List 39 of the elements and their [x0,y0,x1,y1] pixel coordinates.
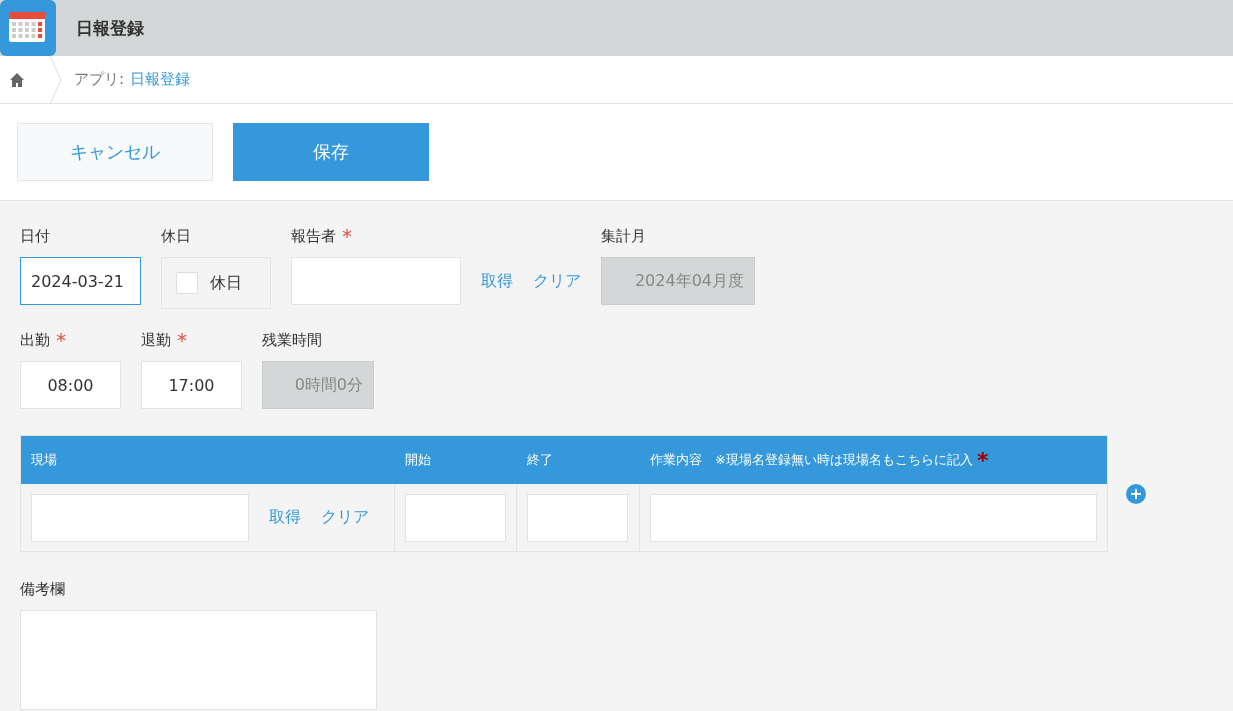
get-link[interactable]: 取得 [481,270,513,292]
required-mark: * [342,224,352,248]
cancel-button[interactable]: キャンセル [17,123,213,181]
app-title: 日報登録 [76,16,144,40]
clear-link[interactable]: クリア [321,507,369,528]
field-label: 集計月 [601,225,647,247]
checkbox[interactable] [176,272,198,294]
end-field[interactable] [527,493,628,542]
checkbox-label: 休日 [210,272,242,294]
save-button[interactable]: 保存 [233,123,429,181]
work-field[interactable] [650,493,1097,542]
column-header: 終了 [526,451,554,469]
field-label: 出勤 * [20,329,67,351]
get-link[interactable]: 取得 [269,507,301,528]
required-mark: * [976,447,989,473]
column-header: 開始 [404,451,432,469]
date-field[interactable]: 2024-03-21 [20,257,141,305]
field-label: 残業時間 [262,329,323,351]
column-header: 現場 [30,451,58,469]
notes-field[interactable] [20,610,377,710]
field-label: 報告者 * [291,225,353,247]
text-field[interactable] [291,257,461,305]
clear-link[interactable]: クリア [533,270,581,292]
field-label: 退勤 * [141,329,188,351]
breadcrumb-link[interactable]: 日報登録 [130,70,191,89]
required-mark: * [56,328,66,352]
time-field[interactable]: 17:00 [141,361,242,409]
site-field[interactable] [31,493,249,542]
start-field[interactable] [405,493,506,542]
field-label: 休日 [161,225,192,247]
field-label: 日付 [20,225,51,247]
home-icon[interactable] [9,71,25,88]
breadcrumb-prefix: アプリ: [74,70,125,89]
required-mark: * [177,328,187,352]
readonly-field: 0時間0分 [262,361,374,409]
readonly-field: 2024年04月度 [601,257,755,305]
add-row-icon[interactable] [1126,483,1146,504]
field-label: 備考欄 [20,578,66,600]
time-field[interactable]: 08:00 [20,361,121,409]
